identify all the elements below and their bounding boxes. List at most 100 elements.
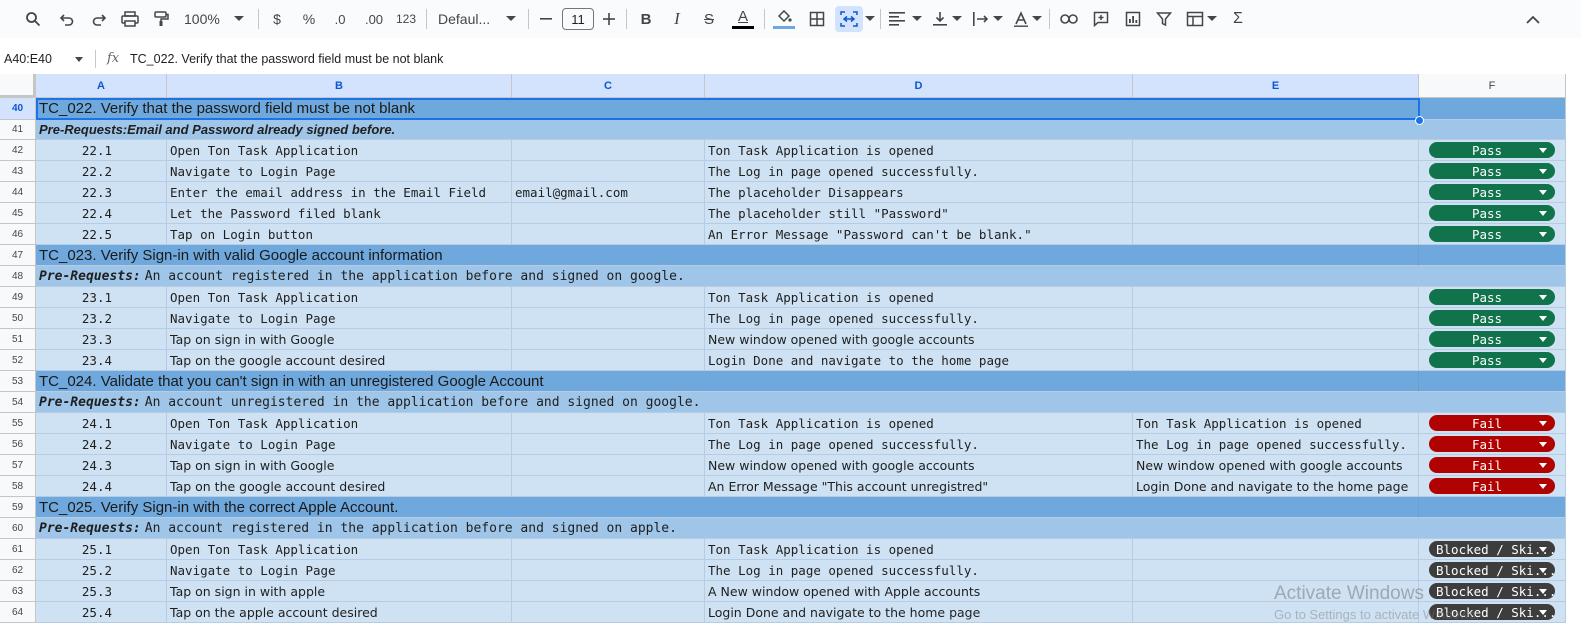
step-number-cell[interactable]: 23.1 [36,287,167,308]
row-header[interactable]: 59 [0,497,36,518]
row-header[interactable]: 43 [0,161,36,182]
decrease-font-size-button[interactable] [537,6,555,32]
row-header[interactable]: 61 [0,539,36,560]
step-number-cell[interactable]: 22.3 [36,182,167,203]
row-header[interactable]: 41 [0,120,36,140]
row-header[interactable]: 52 [0,350,36,371]
test-data-cell[interactable] [512,413,705,434]
functions-button[interactable]: Σ [1227,6,1249,32]
step-description-cell[interactable]: Navigate to Login Page [167,560,512,581]
status-dropdown-chip[interactable]: Pass [1429,289,1555,305]
test-case-title-cell[interactable]: TC_023. Verify Sign-in with valid Google… [36,245,1419,266]
status-cell[interactable]: Blocked / Ski... [1419,539,1566,560]
row-header[interactable]: 42 [0,140,36,161]
dropdown-arrow-icon[interactable] [1539,484,1547,489]
status-dropdown-chip[interactable]: Pass [1429,352,1555,368]
actual-result-cell[interactable] [1133,224,1419,245]
test-data-cell[interactable] [512,560,705,581]
column-header-d[interactable]: D [705,74,1133,98]
row-header[interactable]: 40 [0,98,36,120]
step-description-cell[interactable]: Tap on the google account desired [167,476,512,497]
test-data-cell[interactable] [512,539,705,560]
dropdown-arrow-icon[interactable] [1539,589,1547,594]
fill-color-button[interactable] [771,6,797,32]
redo-icon[interactable] [88,6,110,32]
actual-result-cell[interactable]: Ton Task Application is opened [1133,413,1419,434]
test-data-cell[interactable] [512,350,705,371]
search-icon[interactable] [22,6,44,32]
test-data-cell[interactable] [512,287,705,308]
borders-icon[interactable] [806,6,828,32]
row-header[interactable]: 50 [0,308,36,329]
expected-result-cell[interactable]: The Log in page opened successfully. [705,434,1133,455]
chevron-down-icon[interactable] [951,6,963,32]
status-cell[interactable]: Pass [1419,350,1566,371]
chevron-down-icon[interactable] [1031,6,1043,32]
chevron-down-icon[interactable] [1206,6,1218,32]
row-header[interactable]: 44 [0,182,36,203]
step-description-cell[interactable]: Open Ton Task Application [167,287,512,308]
test-data-cell[interactable] [512,308,705,329]
step-description-cell[interactable]: Tap on the google account desired [167,350,512,371]
row-header[interactable]: 49 [0,287,36,308]
row-header[interactable]: 57 [0,455,36,476]
test-case-title-cell[interactable]: TC_022. Verify that the password field m… [36,98,1419,120]
row-header[interactable]: 51 [0,329,36,350]
horizontal-align-icon[interactable] [886,6,908,32]
step-description-cell[interactable]: Open Ton Task Application [167,140,512,161]
row-header[interactable]: 62 [0,560,36,581]
step-description-cell[interactable]: Open Ton Task Application [167,539,512,560]
status-cell[interactable]: Pass [1419,182,1566,203]
status-dropdown-chip[interactable]: Fail [1429,415,1555,431]
test-data-cell[interactable]: email@gmail.com [512,182,705,203]
chevron-down-icon[interactable] [505,6,517,32]
expected-result-cell[interactable]: An Error Message "Password can't be blan… [705,224,1133,245]
actual-result-cell[interactable] [1133,182,1419,203]
status-dropdown-chip[interactable]: Blocked / Ski... [1429,562,1556,578]
status-cell[interactable] [1419,371,1566,392]
status-dropdown-chip[interactable]: Pass [1429,226,1555,242]
status-dropdown-chip[interactable]: Blocked / Ski... [1429,583,1556,599]
column-header-f[interactable]: F [1419,74,1566,98]
dropdown-arrow-icon[interactable] [1539,169,1547,174]
dropdown-arrow-icon[interactable] [1539,295,1547,300]
filter-views-icon[interactable] [1183,6,1207,32]
expected-result-cell[interactable]: The Log in page opened successfully. [705,161,1133,182]
test-data-cell[interactable] [512,434,705,455]
dropdown-arrow-icon[interactable] [1539,568,1547,573]
status-dropdown-chip[interactable]: Fail [1429,436,1555,452]
zoom-select[interactable]: 100% [184,6,228,32]
vertical-align-icon[interactable] [929,6,951,32]
step-number-cell[interactable]: 24.3 [36,455,167,476]
row-header[interactable]: 53 [0,371,36,392]
actual-result-cell[interactable] [1133,350,1419,371]
percent-format-button[interactable]: % [298,6,320,32]
status-dropdown-chip[interactable]: Blocked / Ski... [1429,541,1556,557]
italic-button[interactable]: I [666,6,688,32]
status-cell[interactable]: Blocked / Ski... [1419,560,1566,581]
status-cell[interactable]: Pass [1419,224,1566,245]
step-description-cell[interactable]: Enter the email address in the Email Fie… [167,182,512,203]
prerequisite-cell[interactable]: Pre-Requests: An account unregistered in … [36,392,1566,413]
status-cell[interactable]: Pass [1419,203,1566,224]
step-description-cell[interactable]: Tap on sign in with Google [167,329,512,350]
increase-decimal-button[interactable]: .00 [360,6,388,32]
row-header[interactable]: 46 [0,224,36,245]
comment-icon[interactable] [1090,6,1112,32]
actual-result-cell[interactable] [1133,308,1419,329]
status-cell[interactable]: Blocked / Ski... [1419,581,1566,602]
dropdown-arrow-icon[interactable] [1539,610,1547,615]
test-case-title-cell[interactable]: TC_025. Verify Sign-in with the correct … [36,497,1419,518]
test-data-cell[interactable] [512,161,705,182]
prerequisite-cell[interactable]: Pre-Requests:Email and Password already … [36,120,1566,140]
status-cell[interactable]: Pass [1419,308,1566,329]
step-number-cell[interactable]: 22.5 [36,224,167,245]
row-header[interactable]: 55 [0,413,36,434]
step-description-cell[interactable]: Tap on sign in with Google [167,455,512,476]
status-cell[interactable]: Fail [1419,413,1566,434]
actual-result-cell[interactable] [1133,203,1419,224]
prerequisite-cell[interactable]: Pre-Requests: An account registered in th… [36,266,1566,287]
paint-format-icon[interactable] [150,6,172,32]
expected-result-cell[interactable]: Ton Task Application is opened [705,413,1133,434]
chevron-down-icon[interactable] [233,6,245,32]
